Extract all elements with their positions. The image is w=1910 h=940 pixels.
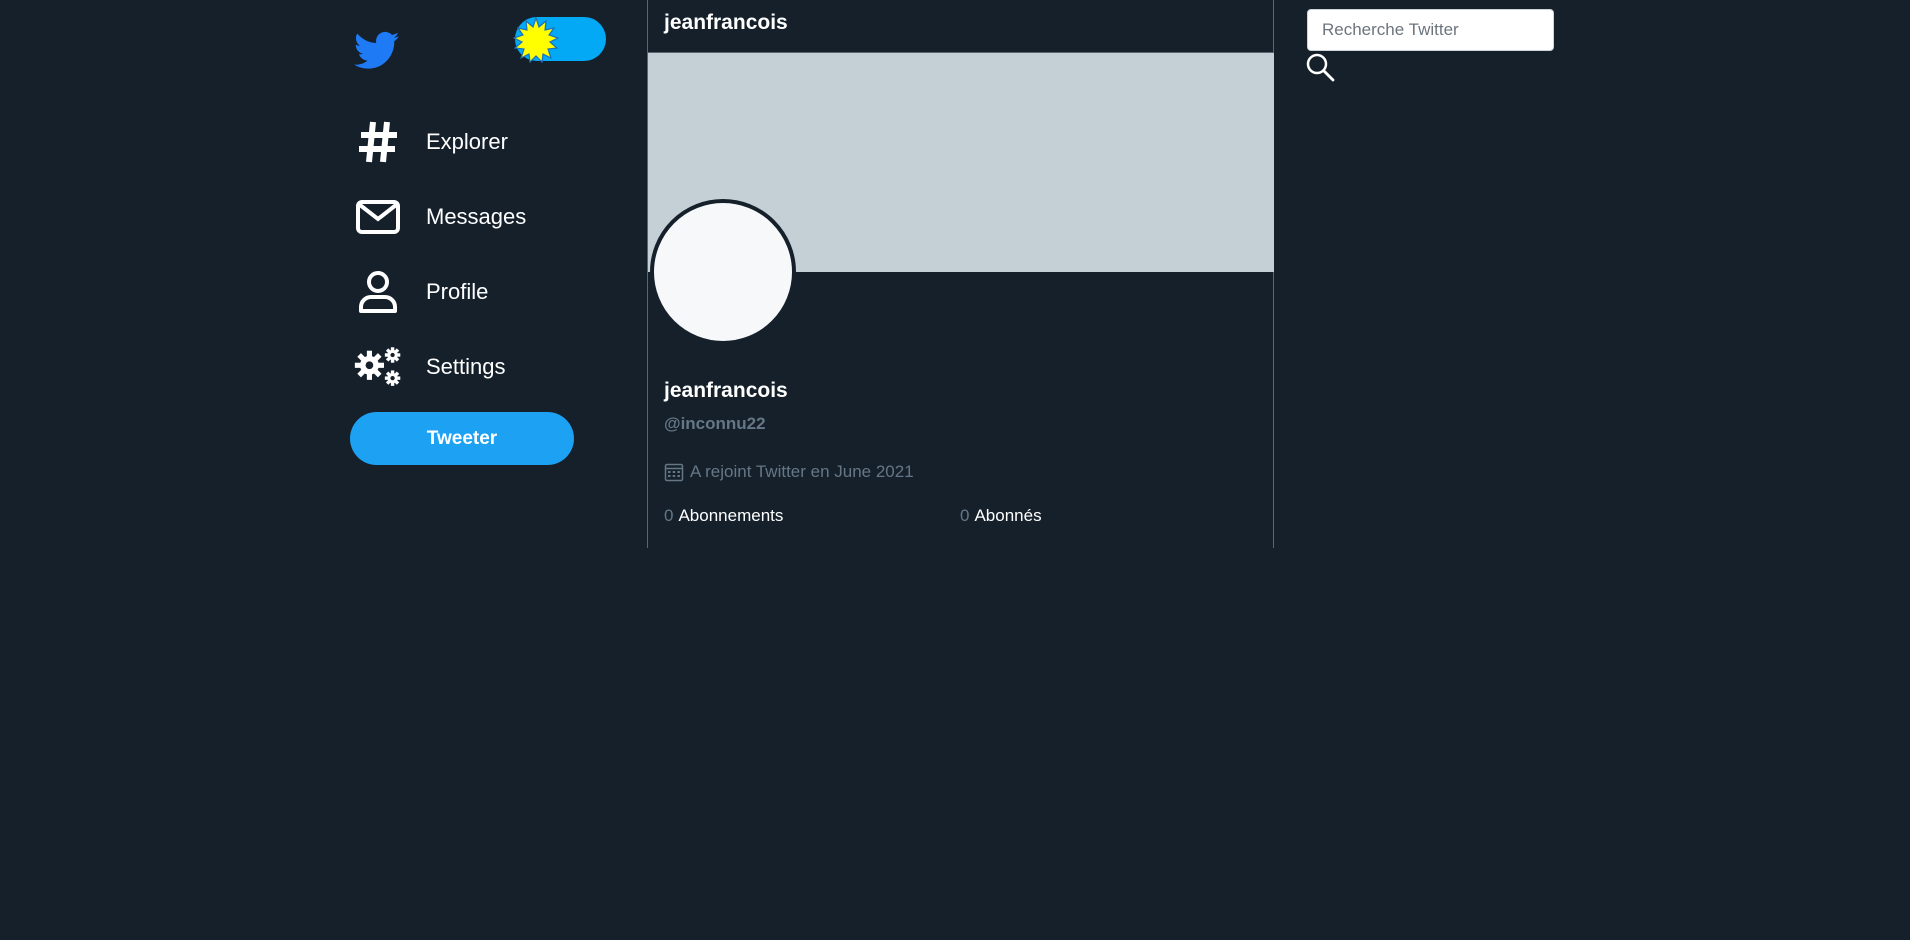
page: Explorer Messages Profile Settings Tweet… [0,0,1910,940]
following-stat[interactable]: 0 Abonnements [664,506,783,526]
followers-label: Abonnés [974,506,1042,525]
nav-label-explorer: Explorer [426,129,508,154]
nav-item-messages[interactable]: Messages [354,189,594,245]
page-title: jeanfrancois [648,0,1273,53]
profile-column: jeanfrancois jeanfrancois @inconnu22 A r… [647,0,1274,548]
gears-icon [354,343,402,391]
search-icon[interactable] [1306,53,1336,83]
profile-display-name: jeanfrancois [664,379,788,402]
nav-label-profile: Profile [426,279,489,304]
followers-count: 0 [960,506,970,525]
followers-stat[interactable]: 0 Abonnés [960,506,1042,526]
search-input[interactable] [1307,9,1554,51]
sidebar: Explorer Messages Profile Settings Tweet… [349,0,647,560]
twitter-bird-icon[interactable] [354,31,400,71]
sun-icon [513,17,559,63]
profile-joined: A rejoint Twitter en June 2021 [664,462,914,482]
following-count: 0 [664,506,674,525]
avatar[interactable] [650,199,796,345]
profile-joined-text: A rejoint Twitter en June 2021 [690,462,914,481]
calendar-icon [664,463,684,482]
nav-item-profile[interactable]: Profile [354,264,594,320]
tweet-button[interactable]: Tweeter [350,412,574,465]
envelope-icon [354,193,402,241]
user-icon [354,268,402,316]
hashtag-icon [354,118,402,166]
nav-label-settings: Settings [426,354,506,379]
following-label: Abonnements [678,506,784,525]
nav-item-explorer[interactable]: Explorer [354,114,594,170]
nav-item-settings[interactable]: Settings [354,339,594,395]
nav-label-messages: Messages [426,204,527,229]
profile-handle: @inconnu22 [664,414,766,433]
theme-toggle[interactable] [513,17,606,63]
